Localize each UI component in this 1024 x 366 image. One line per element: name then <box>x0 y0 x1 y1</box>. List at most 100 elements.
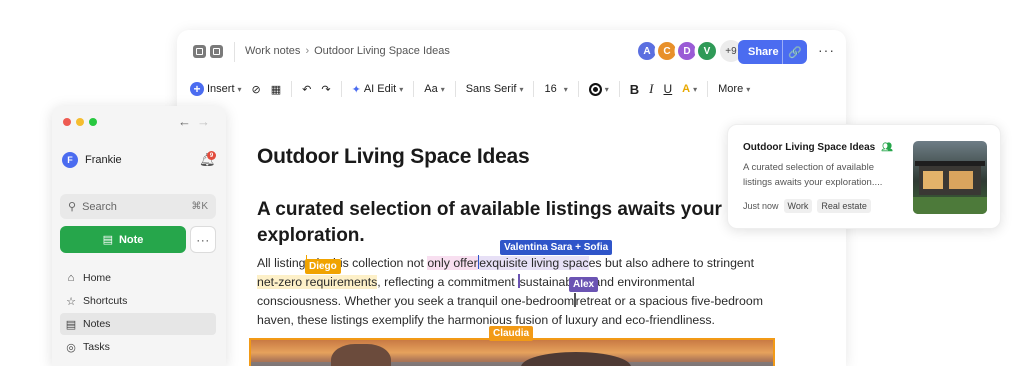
notification-badge: 9 <box>207 151 216 160</box>
image-rock <box>521 352 631 366</box>
sidebar-window: ← → F Frankie 🔔︎ 9 ⚲ Search ⌘K ▤ Note ···… <box>52 106 226 366</box>
sparkle-icon: ✦ <box>351 83 361 96</box>
card-meta: Just now Work Real estate <box>743 199 871 213</box>
chevron-down-icon: ▾ <box>519 84 524 94</box>
note-icon: ▤ <box>102 234 113 246</box>
checklist-button[interactable]: ⊘ <box>252 83 261 96</box>
page-title[interactable]: Outdoor Living Space Ideas <box>257 145 777 169</box>
calendar-icon: ▦ <box>270 83 282 96</box>
cursor-label-valentina-sofia: Valentina Sara + Sofia <box>500 240 613 255</box>
sidebar-item-label: Home <box>83 272 112 284</box>
italic-button[interactable]: I <box>649 81 653 97</box>
star-icon: ☆ <box>66 295 76 308</box>
collapse-sidebar-icon[interactable] <box>193 45 206 58</box>
divider <box>454 81 456 97</box>
ellipsis-icon[interactable]: ··· <box>190 226 216 253</box>
undo-icon: ↶ <box>302 83 312 96</box>
ai-edit-label: AI Edit <box>363 83 397 95</box>
editor-topbar: Work notes › Outdoor Living Space Ideas … <box>177 30 846 74</box>
breadcrumb-note[interactable]: Outdoor Living Space Ideas <box>314 45 450 57</box>
notes-icon: ▤ <box>65 318 77 331</box>
plus-icon: + <box>190 82 204 96</box>
highlight-purple: exquisite living spac <box>479 256 589 270</box>
sidebar-item-notes[interactable]: ▤ Notes <box>60 313 216 335</box>
forward-arrow-icon[interactable]: → <box>197 114 210 129</box>
tag-pill[interactable]: Work <box>783 199 813 213</box>
sidebar-item-tasks[interactable]: ◎ Tasks <box>60 336 216 358</box>
document-body[interactable]: Outdoor Living Space Ideas A curated sel… <box>257 145 777 327</box>
collaborator-avatars[interactable]: A C D V +9 <box>636 40 742 62</box>
zoom-window-button[interactable] <box>89 118 97 126</box>
font-size-label: 16 <box>544 83 557 95</box>
underline-button[interactable]: U <box>664 82 673 96</box>
minimize-window-button[interactable] <box>76 118 84 126</box>
chevron-down-icon: ▾ <box>237 84 242 94</box>
sidebar-item-label: Tasks <box>83 341 110 353</box>
font-label: Sans Serif <box>465 83 517 95</box>
shared-users-icon: 👥︎ <box>881 142 893 152</box>
avatar[interactable]: D <box>676 40 698 62</box>
search-input[interactable]: ⚲ Search ⌘K <box>60 194 216 219</box>
formatting-toolbar: + Insert ▾ ⊘ ▦ ↶ ↷ ✦ AI Edit ▾ Aa ▾ Sans… <box>190 79 760 99</box>
more-dropdown[interactable]: More ▾ <box>718 83 750 95</box>
redo-button[interactable]: ↷ <box>321 83 330 96</box>
divider <box>577 81 579 97</box>
highlight-dropdown[interactable]: A ▾ <box>682 83 697 95</box>
undo-button[interactable]: ↶ <box>302 83 311 96</box>
breadcrumb: Work notes › Outdoor Living Space Ideas <box>245 45 450 57</box>
sidebar-item-shortcuts[interactable]: ☆ Shortcuts <box>60 290 216 312</box>
chevron-down-icon: ▾ <box>746 84 751 94</box>
card-title-text: Outdoor Living Space Ideas <box>743 142 876 153</box>
chevron-down-icon: ▾ <box>399 84 404 94</box>
ellipsis-icon[interactable]: ··· <box>818 42 835 58</box>
font-dropdown[interactable]: Sans Serif ▾ <box>466 83 524 95</box>
account-switcher[interactable]: F Frankie <box>62 152 122 168</box>
avatar[interactable]: A <box>636 40 658 62</box>
thumb-roof <box>915 161 985 166</box>
chevron-down-icon: ▾ <box>693 84 698 94</box>
search-shortcut: ⌘K <box>191 201 208 212</box>
insert-button[interactable]: + Insert ▾ <box>190 82 242 96</box>
close-window-button[interactable] <box>63 118 71 126</box>
text-style-label: Aa <box>424 83 438 95</box>
divider <box>291 81 293 97</box>
calendar-button[interactable]: ▦ <box>271 83 281 96</box>
text-color-dropdown[interactable]: ▾ <box>588 82 609 96</box>
thumb-lawn <box>913 197 987 214</box>
chevron-right-icon: › <box>305 45 310 57</box>
tag-pill[interactable]: Real estate <box>817 199 871 213</box>
new-note-button[interactable]: ▤ Note <box>60 226 186 253</box>
bold-button[interactable]: B <box>630 82 639 97</box>
card-description: A curated selection of available listing… <box>743 162 883 188</box>
insert-label: Insert <box>207 83 235 95</box>
paragraph-text: , reflecting a commitment <box>377 275 519 289</box>
divider <box>340 81 342 97</box>
history-navigation: ← → <box>178 114 210 129</box>
cursor-label-alex: Alex <box>569 277 599 292</box>
card-title: Outdoor Living Space Ideas 👥︎ <box>743 142 893 153</box>
link-icon[interactable]: 🔗 <box>783 46 807 59</box>
ai-edit-button[interactable]: ✦ AI Edit ▾ <box>352 83 404 96</box>
sidebar-item-home[interactable]: ⌂ Home <box>60 267 216 289</box>
highlighter-icon: A <box>682 83 691 95</box>
check-circle-icon: ⊘ <box>251 83 261 96</box>
back-arrow-icon[interactable]: ← <box>178 114 191 129</box>
chevron-down-icon: ▾ <box>604 84 609 94</box>
paragraph-text: All listing <box>257 256 306 270</box>
font-size-dropdown[interactable]: 16 ▾ <box>544 83 567 95</box>
share-label: Share <box>748 46 779 58</box>
search-placeholder: Search <box>82 200 117 213</box>
avatar[interactable]: V <box>696 40 718 62</box>
divider <box>707 81 709 97</box>
text-color-icon <box>588 82 602 96</box>
share-button[interactable]: Share 🔗 <box>738 40 807 64</box>
tasks-icon: ◎ <box>66 341 76 354</box>
text-style-dropdown[interactable]: Aa ▾ <box>424 83 444 95</box>
expand-icon[interactable] <box>210 45 223 58</box>
avatar[interactable]: C <box>656 40 678 62</box>
note-preview-card[interactable]: Outdoor Living Space Ideas 👥︎ A curated … <box>727 124 1001 229</box>
image-sea <box>251 362 773 366</box>
breadcrumb-notebook[interactable]: Work notes <box>245 45 300 57</box>
search-icon: ⚲ <box>68 201 77 213</box>
landscape-image[interactable] <box>249 338 775 366</box>
